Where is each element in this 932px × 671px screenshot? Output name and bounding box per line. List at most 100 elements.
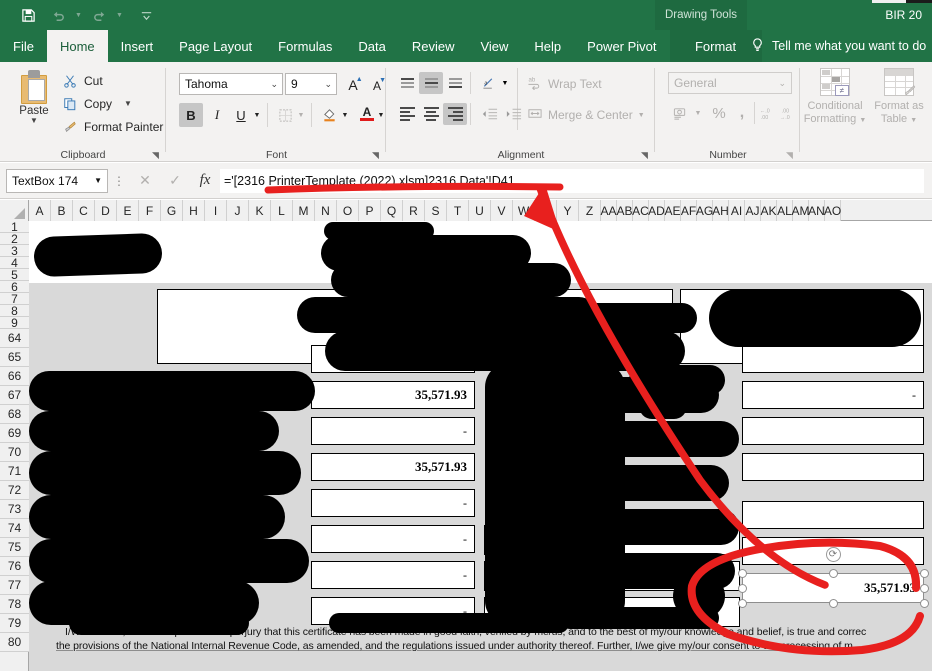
tab-power-pivot[interactable]: Power Pivot [574, 30, 669, 62]
name-box[interactable]: TextBox 174 ▼ [6, 168, 108, 193]
format-as-table-dropdown-icon[interactable]: ▼ [910, 117, 917, 124]
tab-data[interactable]: Data [345, 30, 398, 62]
paste-button[interactable]: Paste ▼ [10, 68, 58, 140]
cut-button[interactable]: Cut [62, 71, 103, 91]
row-header-75[interactable]: 75 [0, 538, 29, 557]
format-painter-button[interactable]: Format Painter [62, 117, 163, 137]
row-header-66[interactable]: 66 [0, 367, 29, 386]
row-header-68[interactable]: 68 [0, 405, 29, 424]
decrease-decimal-button[interactable]: .00 →.0 [778, 102, 798, 124]
chevron-down-icon[interactable]: ⌄ [778, 78, 786, 89]
row-header-78[interactable]: 78 [0, 595, 29, 614]
row-header-77[interactable]: 77 [0, 576, 29, 595]
name-box-dropdown-icon[interactable]: ▼ [94, 176, 102, 185]
column-header-AC[interactable]: AC [632, 200, 649, 221]
column-header-R[interactable]: R [403, 200, 425, 221]
column-header-AJ[interactable]: AJ [745, 200, 761, 221]
column-header-I[interactable]: I [205, 200, 227, 221]
accounting-dropdown-icon[interactable]: ▼ [692, 102, 704, 124]
column-header-A[interactable]: A [29, 200, 51, 221]
align-right-button[interactable] [443, 103, 467, 125]
column-header-AH[interactable]: AH [712, 200, 729, 221]
column-header-U[interactable]: U [469, 200, 491, 221]
select-all-corner[interactable] [0, 200, 29, 221]
tab-file[interactable]: File [0, 30, 47, 62]
column-header-AA[interactable]: AA [601, 200, 617, 221]
row-header-67[interactable]: 67 [0, 386, 29, 405]
conditional-formatting-dropdown-icon[interactable]: ▼ [859, 117, 866, 124]
column-header-O[interactable]: O [337, 200, 359, 221]
handle-top-left[interactable] [737, 568, 747, 578]
row-header-79[interactable]: 79 [0, 614, 29, 633]
form-value-box-4[interactable]: - [311, 489, 475, 517]
align-middle-button[interactable] [419, 72, 443, 94]
underline-button[interactable]: U [229, 103, 253, 127]
column-header-D[interactable]: D [95, 200, 117, 221]
handle-bottom-right[interactable] [919, 598, 929, 608]
check-icon[interactable]: ✓ [160, 169, 190, 193]
row-header-70[interactable]: 70 [0, 443, 29, 462]
align-center-button[interactable] [419, 103, 443, 125]
handle-bottom-left[interactable] [737, 598, 747, 608]
column-header-AG[interactable]: AG [696, 200, 713, 221]
increase-indent-button[interactable] [501, 103, 525, 125]
column-header-AO[interactable]: AO [824, 200, 841, 221]
column-header-G[interactable]: G [161, 200, 183, 221]
chevron-down-icon[interactable]: ⌄ [324, 79, 332, 90]
font-dialog-launcher-icon[interactable]: ◥ [372, 150, 382, 160]
customize-quick-access-icon[interactable] [132, 2, 160, 28]
sheet-canvas[interactable]: 35,571.93 - 35,571.93 - - - - - 35,571.9… [29, 221, 932, 671]
form-right-box-3[interactable] [742, 417, 924, 445]
italic-button[interactable]: I [205, 103, 229, 127]
column-header-K[interactable]: K [249, 200, 271, 221]
merge-center-button[interactable]: Merge & Center ▼ [527, 106, 645, 124]
bold-button[interactable]: B [179, 103, 203, 127]
tab-help[interactable]: Help [521, 30, 574, 62]
save-icon[interactable] [14, 2, 42, 28]
redo-icon[interactable] [85, 2, 113, 28]
column-header-E[interactable]: E [117, 200, 139, 221]
row-header-76[interactable]: 76 [0, 557, 29, 576]
align-bottom-button[interactable] [443, 72, 467, 94]
handle-bottom-center[interactable] [828, 598, 838, 608]
fill-color-dropdown-icon[interactable]: ▼ [339, 103, 351, 127]
align-left-button[interactable] [395, 103, 419, 125]
column-header-AK[interactable]: AK [761, 200, 777, 221]
column-header-H[interactable]: H [183, 200, 205, 221]
column-header-N[interactable]: N [315, 200, 337, 221]
column-header-S[interactable]: S [425, 200, 447, 221]
column-header-W[interactable]: W [513, 200, 535, 221]
form-right-box-4[interactable] [742, 453, 924, 481]
row-header-9[interactable]: 9 [0, 316, 29, 330]
cancel-icon[interactable]: ✕ [130, 169, 160, 193]
number-dialog-launcher-icon[interactable]: ◥ [786, 150, 796, 160]
form-right-box-5[interactable] [742, 501, 924, 529]
orientation-dropdown-icon[interactable]: ▼ [499, 72, 511, 94]
tab-formulas[interactable]: Formulas [265, 30, 345, 62]
tell-me-box[interactable]: Tell me what you want to do [750, 30, 926, 62]
column-header-M[interactable]: M [293, 200, 315, 221]
column-header-AD[interactable]: AD [648, 200, 665, 221]
copy-dropdown-icon[interactable]: ▼ [124, 100, 132, 108]
merge-center-dropdown-icon[interactable]: ▼ [638, 112, 645, 119]
column-header-F[interactable]: F [139, 200, 161, 221]
tab-home[interactable]: Home [46, 30, 108, 62]
fill-color-button[interactable] [317, 102, 341, 126]
form-right-box-2[interactable]: - [742, 381, 924, 409]
redo-dropdown-icon[interactable]: ▼ [115, 2, 124, 28]
wrap-text-button[interactable]: ab Wrap Text [527, 75, 602, 93]
tab-review[interactable]: Review [399, 30, 468, 62]
format-as-table-button[interactable]: Format as Table ▼ [867, 68, 931, 127]
decrease-indent-button[interactable] [477, 103, 501, 125]
row-header-74[interactable]: 74 [0, 519, 29, 538]
align-top-button[interactable] [395, 72, 419, 94]
tab-format[interactable]: Format [669, 30, 762, 62]
borders-dropdown-icon[interactable]: ▼ [295, 103, 307, 127]
form-value-box-5[interactable]: - [311, 525, 475, 553]
column-header-AM[interactable]: AM [792, 200, 810, 221]
column-header-AI[interactable]: AI [729, 200, 745, 221]
column-header-V[interactable]: V [491, 200, 513, 221]
font-size-combo[interactable]: 9 ⌄ [285, 73, 337, 95]
column-header-X[interactable]: X [535, 200, 557, 221]
formula-input[interactable]: ='[2316 PrinterTemplate (2022).xlsm]2316… [220, 168, 924, 193]
